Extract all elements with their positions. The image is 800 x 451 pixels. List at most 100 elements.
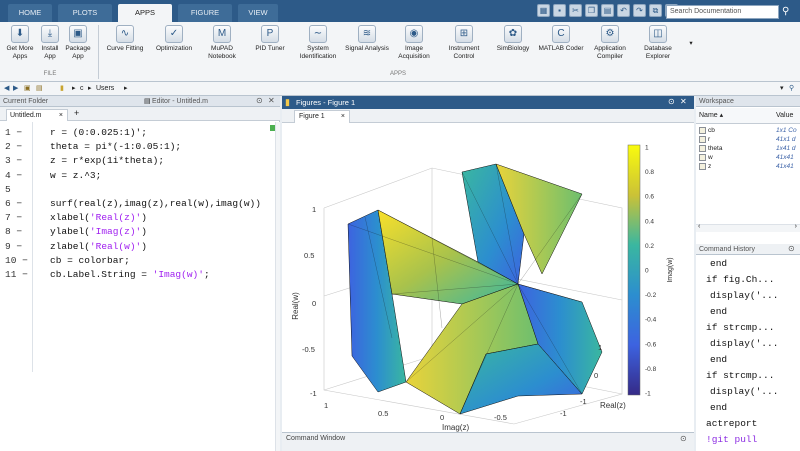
code-line[interactable]: z = r*exp(1i*theta); (50, 155, 164, 166)
copy-icon[interactable]: ❐ (585, 4, 598, 17)
history-entry[interactable]: end (710, 306, 727, 317)
history-entry[interactable]: if fig.Ch... (706, 274, 774, 285)
tab-untitled-m[interactable]: Untitled.m × (6, 109, 68, 121)
tab-figure-1[interactable]: Figure 1 × (294, 110, 350, 123)
app-pid-tuner[interactable]: P PID Tuner (252, 25, 288, 53)
y-tick-label: 0 (440, 413, 444, 422)
code-line[interactable]: theta = pi*(-1:0.05:1); (50, 141, 181, 152)
workspace-row[interactable]: cb 1x1 Co (696, 126, 800, 135)
code-line[interactable]: surf(real(z),imag(z),real(w),imag(w)) (50, 198, 261, 209)
colorbar-tick-label: -1 (645, 391, 651, 398)
more-apps-dropdown[interactable]: ▾ (686, 40, 696, 48)
app-mupad-notebook[interactable]: M MuPAD Notebook (202, 25, 242, 60)
app-database-explorer[interactable]: ◫ Database Explorer (636, 25, 680, 60)
history-entry[interactable]: if strcmp... (706, 322, 774, 333)
install-app-button[interactable]: ⤓ Install App (38, 25, 62, 60)
history-entry[interactable]: end (710, 402, 727, 413)
editor-scrollbar[interactable] (275, 122, 280, 451)
breadcrumb-users[interactable]: Users (96, 82, 114, 96)
code-token: ylabel( (50, 226, 90, 238)
current-folder-header[interactable]: Current Folder (0, 96, 138, 107)
history-entry[interactable]: end (710, 354, 727, 365)
forward-icon[interactable]: ▶ (13, 82, 18, 96)
search-folder-icon[interactable]: ⚲ (789, 82, 794, 96)
history-entry[interactable]: !git pull (706, 434, 757, 445)
layout-icon[interactable]: ▦ (537, 4, 550, 17)
history-entry[interactable]: end (710, 258, 727, 269)
app-curve-fitting[interactable]: ∿ Curve Fitting (104, 25, 146, 53)
app-matlab-coder[interactable]: C MATLAB Coder (536, 25, 586, 53)
history-entry[interactable]: if strcmp... (706, 370, 774, 381)
app-instrument-control[interactable]: ⊞ Instrument Control (442, 25, 486, 60)
history-entry[interactable]: display('... (710, 290, 778, 301)
close-icon[interactable]: ✕ (680, 97, 687, 106)
browse-folder-icon[interactable]: ▤ (36, 82, 43, 96)
up-folder-icon[interactable]: ▣ (24, 82, 31, 96)
code-line[interactable]: xlabel('Real(z)') (50, 212, 147, 223)
panel-menu-icon[interactable]: ⊙ (256, 96, 263, 105)
string-literal: 'Real(w)' (89, 240, 142, 252)
scroll-left-icon[interactable]: ‹ (698, 223, 700, 230)
undo-icon[interactable]: ↶ (617, 4, 630, 17)
app-image-acquisition[interactable]: ◉ Image Acquisition (394, 25, 434, 60)
workspace-row[interactable]: z 41x41 (696, 162, 800, 171)
workspace-row[interactable]: theta 1x41 d (696, 144, 800, 153)
column-header-name[interactable]: Name ▴ (699, 108, 723, 124)
cut-icon[interactable]: ✂ (569, 4, 582, 17)
tab-view[interactable]: VIEW (238, 4, 278, 22)
close-tab-icon[interactable]: × (59, 110, 63, 121)
app-system-identification[interactable]: ∼ System Identification (294, 25, 342, 60)
figure-title: Figures - Figure 1 (282, 96, 694, 109)
optimization-icon: ✓ (165, 25, 183, 43)
app-optimization[interactable]: ✓ Optimization (152, 25, 196, 53)
code-line[interactable]: cb = colorbar; (50, 255, 130, 266)
workspace-row[interactable]: r 41x1 d (696, 135, 800, 144)
panel-menu-icon[interactable]: ⊙ (788, 244, 795, 253)
switch-windows-icon[interactable]: ⧉ (649, 4, 662, 17)
panel-menu-icon[interactable]: ⊙ (680, 434, 687, 443)
address-dropdown-icon[interactable]: ▾ (780, 82, 784, 96)
code-line[interactable]: r = (0:0.025:1)'; (50, 127, 147, 138)
code-line[interactable]: cb.Label.String = 'Imag(w)'; (50, 269, 210, 280)
colorbar[interactable] (627, 144, 641, 396)
close-tab-icon[interactable]: × (341, 111, 345, 123)
code-line[interactable]: zlabel('Real(w)') (50, 241, 147, 252)
code-line[interactable]: w = z.^3; (50, 170, 101, 181)
app-label: MATLAB Coder (538, 45, 584, 52)
history-entry[interactable]: actreport (706, 418, 757, 429)
tab-home[interactable]: HOME (8, 4, 52, 22)
command-window-panel[interactable]: Command Window ⊙ (282, 432, 694, 451)
tab-plots[interactable]: PLOTS (58, 4, 112, 22)
app-application-compiler[interactable]: ⚙ Application Compiler (588, 25, 632, 60)
y-tick-label: 1 (324, 401, 328, 410)
string-literal: 'Imag(z)' (89, 226, 142, 238)
app-label: Curve Fitting (106, 45, 144, 52)
line-number: 10 − (5, 254, 28, 266)
breadcrumb-drive[interactable]: c (80, 82, 84, 96)
back-icon[interactable]: ◀ (4, 82, 9, 96)
workspace-scrollbar[interactable]: ‹ › (696, 223, 800, 232)
new-tab-icon[interactable]: + (74, 108, 79, 118)
history-entry[interactable]: display('... (710, 386, 778, 397)
get-more-apps-button[interactable]: ⬇ Get More Apps (4, 25, 36, 60)
surface-plot-axes[interactable]: 1 0.5 0 -0.5 -1 Real(w) 1 0.5 0 -0.5 -1 … (282, 124, 694, 433)
command-history-list[interactable]: end if fig.Ch... display('... end if strcmp.… (696, 254, 800, 451)
save-icon[interactable]: ▪ (553, 4, 566, 17)
tab-apps[interactable]: APPS (118, 4, 172, 22)
package-app-button[interactable]: ▣ Package App (64, 25, 92, 60)
close-icon[interactable]: ✕ (268, 96, 275, 105)
history-entry[interactable]: display('... (710, 338, 778, 349)
app-simbiology[interactable]: ✿ SimBiology (492, 25, 534, 53)
workspace-row[interactable]: w 41x41 (696, 153, 800, 162)
redo-icon[interactable]: ↷ (633, 4, 646, 17)
paste-icon[interactable]: ▤ (601, 4, 614, 17)
panel-menu-icon[interactable]: ⊙ (668, 97, 675, 106)
z-tick-label: 1 (312, 205, 316, 214)
search-icon[interactable]: ⚲ (782, 5, 796, 19)
tab-figure[interactable]: FIGURE (178, 4, 232, 22)
scroll-right-icon[interactable]: › (795, 223, 797, 230)
column-header-value[interactable]: Value (776, 108, 793, 124)
code-line[interactable]: ylabel('Imag(z)') (50, 226, 147, 237)
app-signal-analysis[interactable]: ≋ Signal Analysis (344, 25, 390, 53)
search-documentation-input[interactable]: Search Documentation (666, 5, 779, 19)
